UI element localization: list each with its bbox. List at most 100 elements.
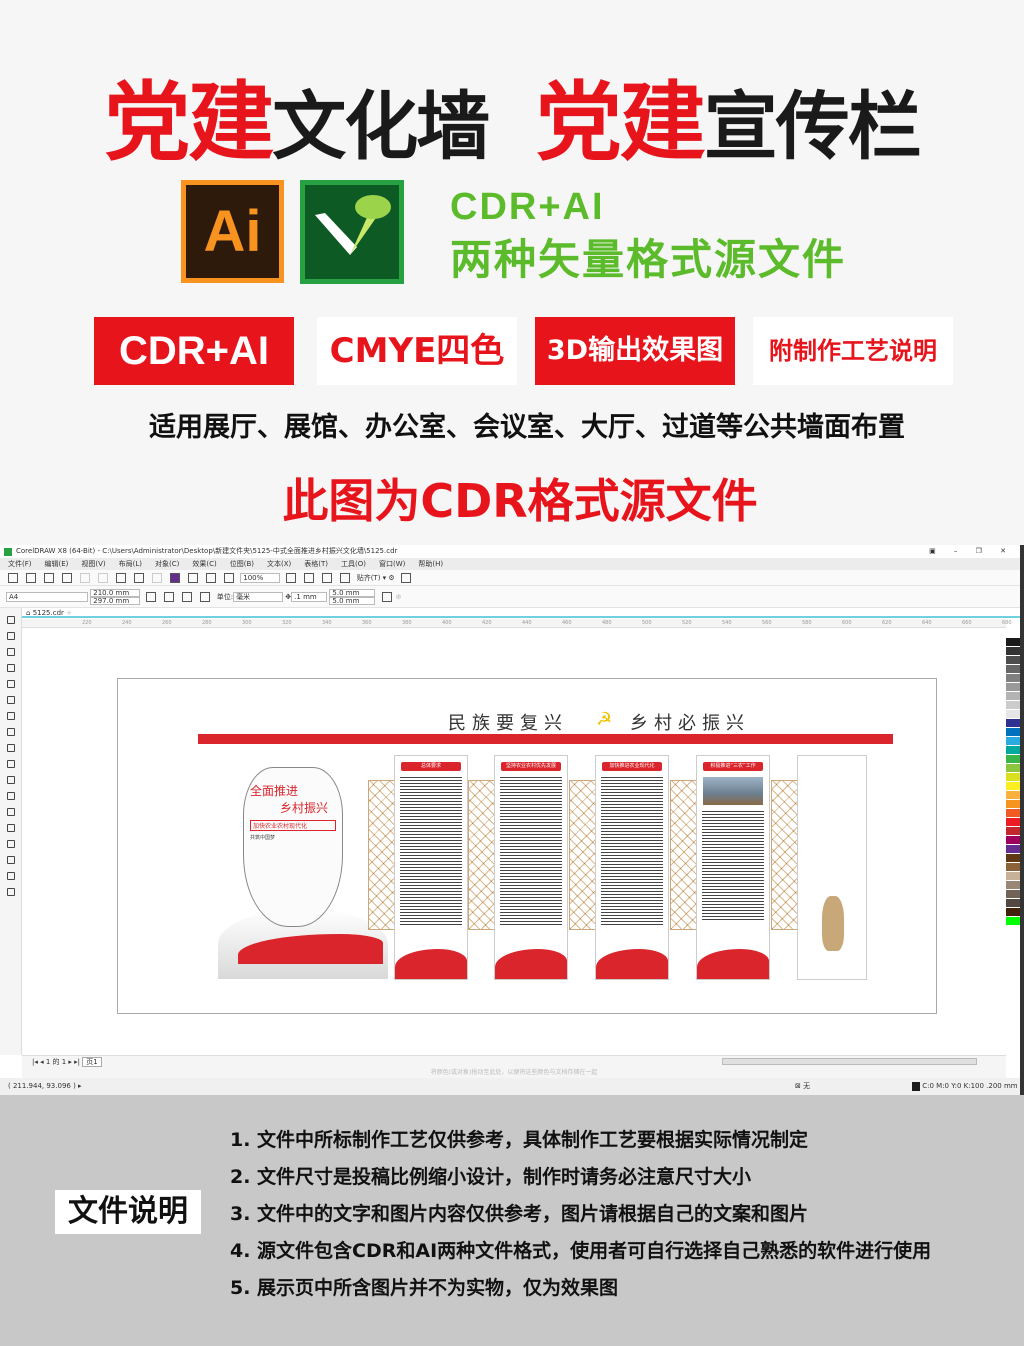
palette-swatch[interactable]: [1006, 881, 1020, 890]
menu-tools[interactable]: 工具(O): [341, 560, 366, 568]
guidelines-icon[interactable]: [340, 573, 351, 583]
palette-swatch[interactable]: [1006, 782, 1020, 791]
export-icon[interactable]: [206, 573, 216, 583]
document-tab[interactable]: 5125.cdr: [33, 609, 64, 617]
palette-swatch[interactable]: [1006, 764, 1020, 773]
eyedropper-icon[interactable]: [6, 840, 15, 848]
menu-file[interactable]: 文件(F): [8, 560, 32, 568]
palette-swatch[interactable]: [1006, 854, 1020, 863]
redo-icon[interactable]: [152, 573, 162, 583]
palette-swatch[interactable]: [1006, 728, 1020, 737]
palette-swatch[interactable]: [1006, 827, 1020, 836]
menu-edit[interactable]: 编辑(E): [45, 560, 69, 568]
artistic-media-icon[interactable]: [6, 696, 15, 704]
palette-swatch[interactable]: [1006, 800, 1020, 809]
dimension-tool-icon[interactable]: [6, 776, 15, 784]
palette-swatch[interactable]: [1006, 818, 1020, 827]
nudge-input[interactable]: .1 mm: [291, 592, 328, 602]
palette-swatch[interactable]: [1006, 773, 1020, 782]
palette-swatch[interactable]: [1006, 656, 1020, 665]
drawing-canvas[interactable]: 民族要复兴 ☭ 乡村必振兴 全面推进 乡村振兴 加快农业农村现代化 共筑中国梦 …: [22, 628, 1006, 1055]
page-tab[interactable]: 页1: [82, 1057, 102, 1067]
menu-window[interactable]: 窗口(W): [379, 560, 405, 568]
duplicate-y-input[interactable]: 5.0 mm: [329, 597, 376, 605]
window-controls[interactable]: ▣ – ❐ ✕: [929, 545, 1014, 558]
menu-effects[interactable]: 效果(C): [192, 560, 216, 568]
save-icon[interactable]: [44, 573, 54, 583]
menu-view[interactable]: 视图(V): [81, 560, 105, 568]
palette-swatch[interactable]: [1006, 665, 1020, 674]
palette-swatch[interactable]: [1006, 872, 1020, 881]
freehand-tool-icon[interactable]: [6, 680, 15, 688]
home-icon[interactable]: ⌂: [26, 609, 30, 617]
treat-as-filled-icon[interactable]: [381, 592, 392, 602]
open-icon[interactable]: [26, 573, 36, 583]
smart-fill-icon[interactable]: [6, 872, 15, 880]
menu-table[interactable]: 表格(T): [304, 560, 328, 568]
search-content-icon[interactable]: [170, 573, 180, 583]
page-nav-arrows[interactable]: |◂ ◂: [32, 1058, 46, 1066]
palette-swatch[interactable]: [1006, 710, 1020, 719]
zoom-select[interactable]: 100%: [240, 573, 281, 583]
document-palette[interactable]: 将颜色(或对象)拖动至此处，以便将这些颜色与文档存储在一起: [22, 1067, 1006, 1078]
palette-swatch[interactable]: [1006, 809, 1020, 818]
undo-icon[interactable]: [134, 573, 144, 583]
palette-swatch[interactable]: [1006, 845, 1020, 854]
menu-help[interactable]: 帮助(H): [418, 560, 443, 568]
menu-bitmaps[interactable]: 位图(B): [230, 560, 254, 568]
page-size-select[interactable]: A4: [6, 592, 88, 602]
text-tool-icon[interactable]: [6, 760, 15, 768]
pick-tool-icon[interactable]: [6, 616, 15, 624]
landscape-icon[interactable]: [164, 592, 175, 602]
page-nav-next[interactable]: ▸ ▸|: [66, 1058, 82, 1066]
palette-swatch[interactable]: [1006, 647, 1020, 656]
transparency-icon[interactable]: [6, 824, 15, 832]
new-tab-icon[interactable]: +: [66, 609, 72, 617]
color-palette[interactable]: [1006, 638, 1020, 1058]
gear-icon[interactable]: ⚙: [388, 574, 394, 582]
portrait-icon[interactable]: [146, 592, 157, 602]
rectangle-tool-icon[interactable]: [6, 712, 15, 720]
palette-swatch[interactable]: [1006, 737, 1020, 746]
palette-swatch[interactable]: [1006, 863, 1020, 872]
grid-icon[interactable]: [322, 573, 333, 583]
palette-swatch[interactable]: [1006, 791, 1020, 800]
add-tool-icon[interactable]: [6, 888, 15, 896]
page-width-input[interactable]: 210.0 mm: [90, 589, 141, 597]
shape-tool-icon[interactable]: [6, 632, 15, 640]
palette-swatch[interactable]: [1006, 674, 1020, 683]
rulers-icon[interactable]: [304, 573, 315, 583]
palette-swatch[interactable]: [1006, 746, 1020, 755]
horizontal-ruler[interactable]: 220 240 260 280 300 320 340 360 380 400 420 440 460 4…: [22, 619, 1012, 628]
units-select[interactable]: 毫米: [233, 592, 284, 602]
new-icon[interactable]: [8, 573, 18, 583]
add-icon[interactable]: ⊕: [396, 593, 402, 601]
palette-swatch[interactable]: [1006, 701, 1020, 710]
palette-swatch[interactable]: [1006, 683, 1020, 692]
palette-swatch[interactable]: [1006, 908, 1020, 917]
full-screen-icon[interactable]: [286, 573, 297, 583]
page-height-input[interactable]: 297.0 mm: [90, 597, 141, 605]
all-pages-icon[interactable]: [182, 592, 193, 602]
paste-icon[interactable]: [116, 573, 126, 583]
palette-swatch[interactable]: [1006, 638, 1020, 647]
palette-swatch[interactable]: [1006, 917, 1020, 926]
interactive-fill-icon[interactable]: [6, 856, 15, 864]
duplicate-x-input[interactable]: 5.0 mm: [329, 589, 376, 597]
ellipse-tool-icon[interactable]: [6, 728, 15, 736]
import-icon[interactable]: [188, 573, 198, 583]
application-launcher-icon[interactable]: [400, 573, 411, 583]
menu-layout[interactable]: 布局(L): [119, 560, 142, 568]
pdf-icon[interactable]: [224, 573, 234, 583]
palette-swatch[interactable]: [1006, 719, 1020, 728]
drop-shadow-icon[interactable]: [6, 808, 15, 816]
copy-icon[interactable]: [98, 573, 108, 583]
print-icon[interactable]: [62, 573, 72, 583]
zoom-tool-icon[interactable]: [6, 664, 15, 672]
menu-text[interactable]: 文本(X): [267, 560, 291, 568]
crop-tool-icon[interactable]: [6, 648, 15, 656]
menu-object[interactable]: 对象(C): [155, 560, 179, 568]
palette-swatch[interactable]: [1006, 899, 1020, 908]
palette-swatch[interactable]: [1006, 836, 1020, 845]
palette-swatch[interactable]: [1006, 755, 1020, 764]
